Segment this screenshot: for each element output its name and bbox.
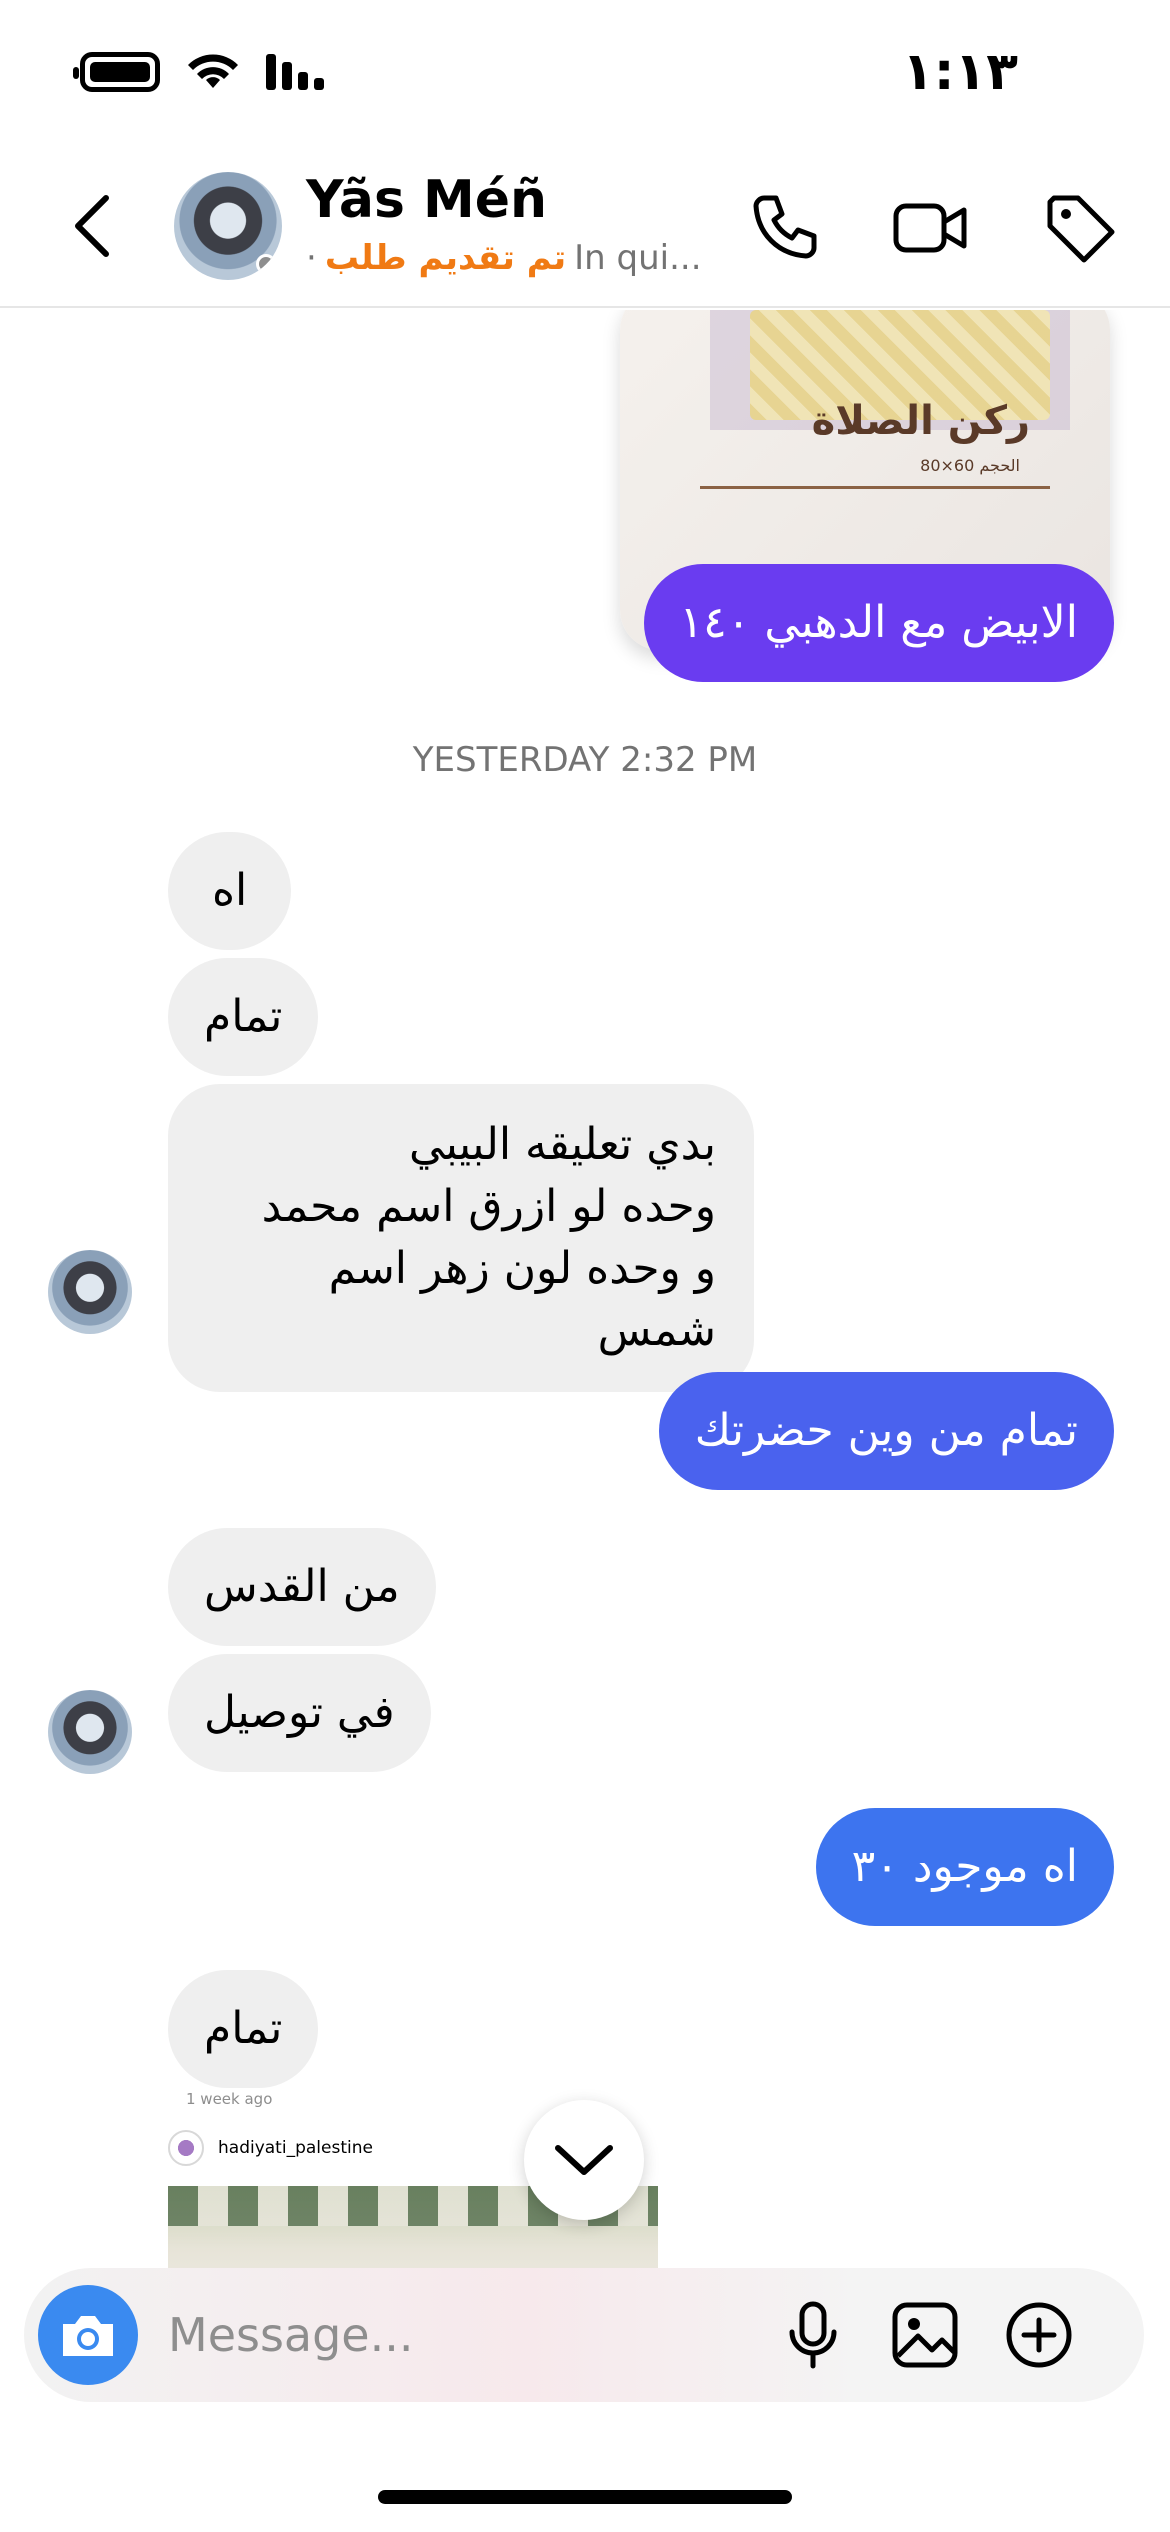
message-bubble-incoming[interactable]: في توصيل [168,1654,431,1772]
message-bubble-incoming[interactable]: بدي تعليقه البيبي وحده لو ازرق اسم محمد … [168,1084,754,1392]
message-age-label: 1 week ago [186,2090,273,2108]
contact-name[interactable]: Yãs Méñ [306,170,547,230]
phone-icon [753,195,817,259]
order-status-label: تم تقديم طلب [324,238,567,278]
back-chevron-icon [75,195,109,257]
status-bar: ١:١٣ [0,0,1170,150]
contact-subtitle: · تم تقديم طلب In qui... [306,238,702,278]
product-divider [700,486,1050,489]
tag-icon [1047,195,1115,263]
message-thread[interactable]: ركن الصلاة الحجم 60×80 الابيض مع الدهبي … [0,310,1170,2270]
shared-post-avatar [168,2130,204,2166]
audio-call-button[interactable] [744,188,824,268]
message-bubble-outgoing[interactable]: تمام من وين حضرتك [658,1372,1114,1490]
presence-dot [256,254,276,274]
voice-message-button[interactable] [778,2300,848,2370]
product-size: الحجم 60×80 [920,456,1020,475]
home-indicator [378,2490,792,2504]
message-bubble-incoming[interactable]: اه [168,832,292,950]
contact-avatar-small[interactable] [48,1250,132,1334]
message-bubble-outgoing[interactable]: الابيض مع الدهبي ١٤٠ [643,564,1114,682]
message-bubble-incoming[interactable]: تمام [168,958,319,1076]
subtitle-separator: · [306,238,317,278]
gallery-button[interactable] [890,2300,960,2370]
message-bubble-outgoing[interactable]: اه موجود ٣٠ [815,1808,1114,1926]
camera-icon [63,2316,113,2356]
camera-button[interactable] [38,2285,138,2385]
scroll-to-bottom-button[interactable] [524,2100,644,2220]
message-bubble-incoming[interactable]: تمام [168,1970,319,2088]
contact-avatar[interactable] [174,172,282,280]
shared-post-username: hadiyati_palestine [218,2138,373,2158]
battery-icon [73,52,160,92]
signal-icon [266,54,324,90]
message-bubble-incoming[interactable]: من القدس [168,1528,436,1646]
label-button[interactable] [1040,188,1120,268]
wifi-icon [188,54,238,88]
more-options-button[interactable] [1004,2300,1074,2370]
status-time: ١:١٣ [901,42,1018,102]
video-camera-icon [893,203,967,253]
status-icons [73,52,328,92]
product-title: ركن الصلاة [811,398,1030,444]
chat-header: Yãs Méñ · تم تقديم طلب In qui... [0,150,1170,308]
message-composer [24,2268,1144,2402]
microphone-icon [789,2301,837,2369]
gallery-icon [892,2302,958,2368]
contact-avatar-small[interactable] [48,1690,132,1774]
plus-circle-icon [1006,2302,1072,2368]
message-timestamp: YESTERDAY 2:32 PM [412,740,758,780]
subtitle-text: In qui... [574,238,702,278]
message-input[interactable] [168,2298,768,2372]
back-button[interactable] [62,186,122,266]
chevron-down-icon [555,2145,613,2175]
video-call-button[interactable] [890,188,970,268]
